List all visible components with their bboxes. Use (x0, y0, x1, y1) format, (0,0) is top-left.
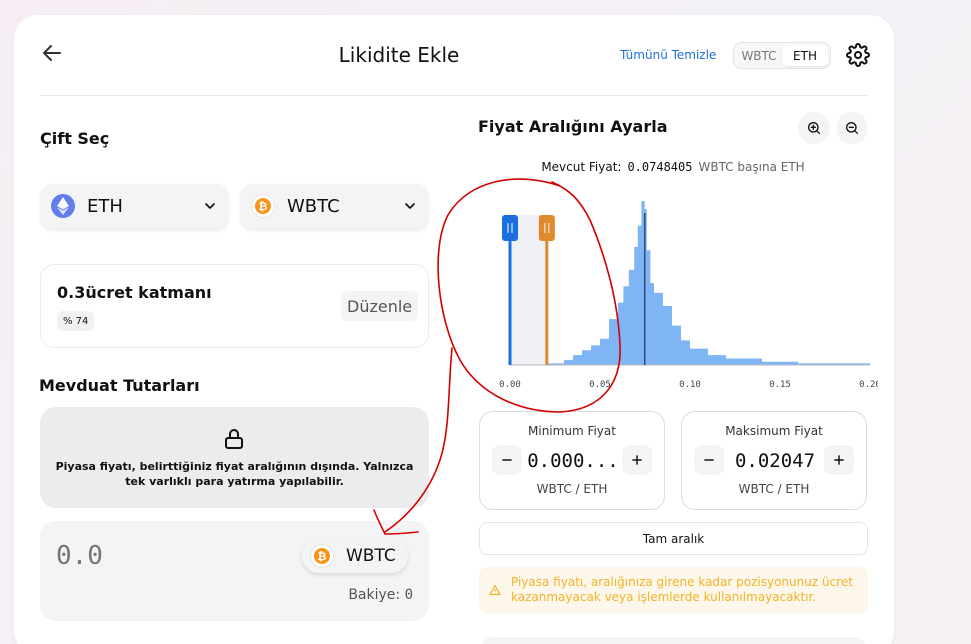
warning-icon (489, 584, 501, 596)
toggle-eth[interactable]: ETH (782, 45, 828, 66)
min-price-unit: WBTC / ETH (536, 482, 608, 496)
current-price-unit: WBTC başına ETH (698, 160, 805, 174)
fee-tier-label: 0.3ücret katmanı (57, 283, 212, 302)
next-section-edge (479, 637, 868, 644)
chevron-down-icon (205, 203, 215, 209)
x-tick-label: 0.20 (859, 380, 878, 390)
warning-text: Piyasa fiyatı, aralığınıza girene kadar … (511, 575, 853, 604)
min-price-box: Minimum Fiyat 0.000... WBTC / ETH (479, 411, 665, 510)
header-divider (40, 95, 868, 96)
minus-icon (502, 459, 512, 461)
max-price-handle (538, 215, 555, 241)
deposit-token-label: WBTC (346, 546, 396, 566)
max-increase-button[interactable] (824, 445, 854, 475)
eth-icon (51, 194, 75, 218)
svg-text:₿: ₿ (259, 200, 268, 213)
token-a-select[interactable]: ETH (41, 184, 228, 228)
svg-text:₿: ₿ (318, 550, 327, 563)
min-price-handle (502, 215, 518, 241)
balance-readout: Bakiye: 0 (348, 587, 413, 603)
x-tick-label: 0.00 (499, 380, 521, 390)
balance-value: 0 (404, 587, 413, 603)
deposit-section-title: Mevduat Tutarları (39, 376, 200, 395)
current-price-value: 0.0748405 (627, 160, 693, 174)
min-price-label: Minimum Fiyat (528, 424, 616, 438)
balance-label: Bakiye: (348, 587, 401, 603)
toggle-wbtc[interactable]: WBTC (736, 45, 782, 66)
range-section-title: Fiyat Aralığını Ayarla (478, 117, 668, 136)
min-decrease-button[interactable] (492, 445, 522, 475)
zoom-in-button[interactable] (798, 112, 830, 144)
min-increase-button[interactable] (622, 445, 652, 475)
bitcoin-icon: ₿ (310, 544, 334, 568)
clear-all-link[interactable]: Tümünü Temizle (620, 48, 716, 62)
lock-icon (225, 429, 243, 449)
zoom-out-icon (846, 122, 858, 134)
token-b-select[interactable]: ₿ WBTC (241, 184, 428, 228)
min-price-value[interactable]: 0.000... (520, 450, 626, 472)
max-price-unit: WBTC / ETH (738, 482, 810, 496)
liquidity-histogram (510, 201, 870, 365)
full-range-button[interactable]: Tam aralık (479, 522, 868, 555)
amount-input[interactable] (56, 541, 236, 571)
edit-fee-button[interactable]: Düzenle (341, 291, 419, 321)
current-price-readout: Mevcut Fiyat: 0.0748405 WBTC başına ETH (478, 160, 868, 174)
zoom-out-button[interactable] (836, 112, 868, 144)
liquidity-chart[interactable]: 0.00 0.05 0.10 0.15 0.20 (478, 193, 878, 393)
plus-icon (834, 455, 844, 465)
pair-section-title: Çift Seç (40, 129, 110, 148)
plus-icon (632, 455, 642, 465)
max-price-value[interactable]: 0.02047 (722, 450, 828, 472)
x-tick-label: 0.05 (589, 380, 611, 390)
token-b-label: WBTC (287, 195, 340, 217)
bitcoin-icon: ₿ (251, 194, 275, 218)
out-of-range-warning: Piyasa fiyatı, aralığınıza girene kadar … (479, 567, 868, 613)
max-price-box: Maksimum Fiyat 0.02047 WBTC / ETH (681, 411, 867, 510)
deposit-token-select[interactable]: ₿ WBTC (302, 539, 408, 573)
deposit-input-box: ₿ WBTC Bakiye: 0 (40, 521, 429, 621)
token-a-label: ETH (87, 195, 123, 217)
max-decrease-button[interactable] (694, 445, 724, 475)
gear-icon[interactable] (846, 43, 870, 67)
x-tick-label: 0.15 (769, 380, 791, 390)
quote-toggle: WBTC ETH (733, 42, 831, 69)
locked-message: Piyasa fiyatı, belirttiğiniz fiyat aralı… (55, 460, 414, 488)
fee-tier-badge: % 74 (57, 311, 95, 331)
chevron-down-icon (405, 203, 415, 209)
zoom-in-icon (808, 122, 820, 134)
current-price-label: Mevcut Fiyat: (541, 160, 622, 174)
minus-icon (704, 459, 714, 461)
add-liquidity-card: Likidite Ekle Tümünü Temizle WBTC ETH Çi… (14, 15, 894, 644)
x-tick-label: 0.10 (679, 380, 701, 390)
fee-tier-box: 0.3ücret katmanı % 74 Düzenle (40, 264, 429, 348)
max-price-label: Maksimum Fiyat (725, 424, 823, 438)
locked-deposit-box: Piyasa fiyatı, belirttiğiniz fiyat aralı… (40, 407, 429, 508)
